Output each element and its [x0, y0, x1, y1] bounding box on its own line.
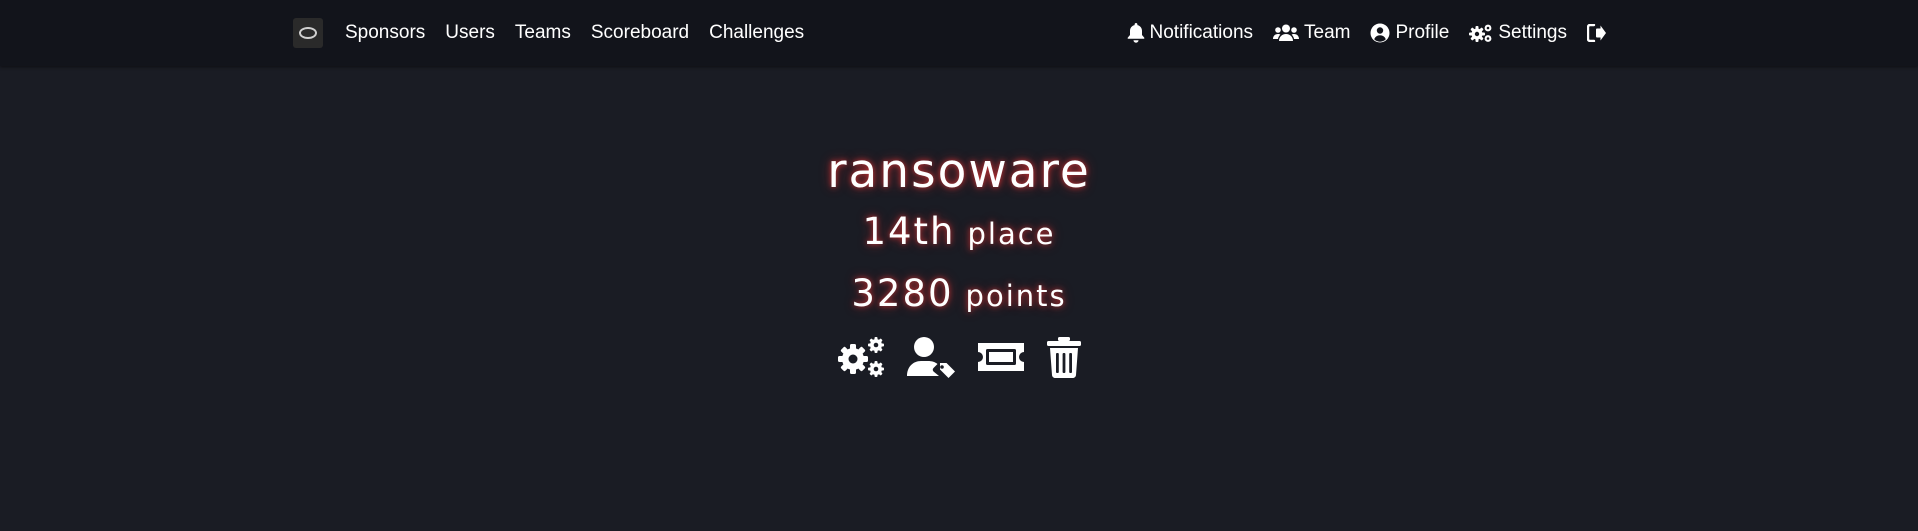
nav-notifications-link[interactable]: Notifications: [1127, 22, 1253, 44]
cogs-icon: [1469, 24, 1492, 42]
points-unit: points: [965, 279, 1067, 313]
trash-icon: [1047, 337, 1081, 378]
nav-left-group: Sponsors Users Teams Scoreboard Challeng…: [293, 0, 824, 66]
nav-users-link[interactable]: Users: [445, 22, 495, 44]
nav-profile-link[interactable]: Profile: [1370, 22, 1449, 44]
nav-right-group: Notifications Team Profile Settings: [1127, 0, 1612, 66]
team-header: ransoware 14th place 3280 points: [0, 140, 1918, 378]
disband-team-button[interactable]: [1046, 336, 1082, 378]
place-value: 14th: [862, 210, 956, 253]
place-unit: place: [967, 217, 1056, 251]
nav-teams-link[interactable]: Teams: [515, 22, 571, 44]
logout-icon: [1587, 24, 1606, 42]
bell-icon: [1127, 23, 1144, 43]
navbar-container: Sponsors Users Teams Scoreboard Challeng…: [293, 0, 1612, 66]
settings-cogs-icon: [838, 337, 884, 377]
team-points: 3280 points: [0, 266, 1918, 328]
nav-challenges-link[interactable]: Challenges: [709, 22, 804, 44]
points-value: 3280: [851, 272, 954, 315]
choose-captain-button[interactable]: [906, 336, 956, 378]
users-icon: [1273, 24, 1300, 41]
team-invite-button[interactable]: [976, 336, 1026, 378]
logo-mark: [299, 27, 317, 39]
user-tag-icon: [907, 337, 955, 378]
nav-logout-link[interactable]: [1587, 24, 1612, 42]
nav-sponsors-link[interactable]: Sponsors: [345, 22, 425, 44]
ticket-icon: [978, 343, 1024, 371]
team-actions: [0, 336, 1918, 378]
nav-team-link[interactable]: Team: [1273, 22, 1350, 44]
edit-team-button[interactable]: [836, 336, 886, 378]
team-name: ransoware: [827, 144, 1091, 199]
team-place: 14th place: [0, 204, 1918, 266]
nav-settings-link[interactable]: Settings: [1469, 22, 1567, 44]
top-navbar: Sponsors Users Teams Scoreboard Challeng…: [0, 0, 1918, 66]
user-circle-icon: [1370, 23, 1390, 43]
site-logo[interactable]: [293, 18, 323, 48]
nav-scoreboard-link[interactable]: Scoreboard: [591, 22, 689, 44]
